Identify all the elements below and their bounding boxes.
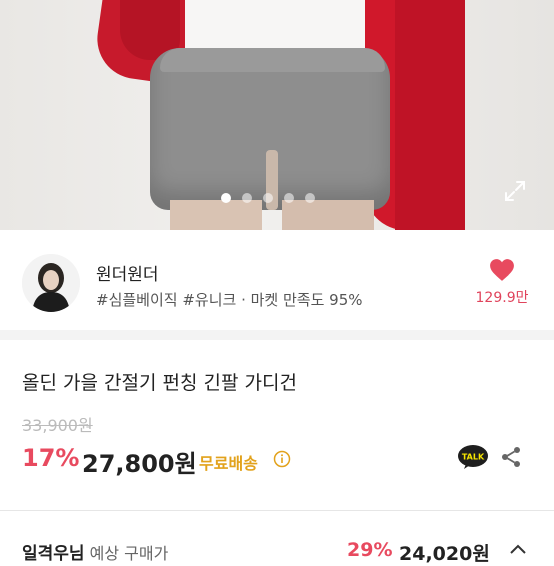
carousel-dot[interactable]: [284, 193, 294, 203]
seller-tags: #심플베이직 #유니크 · 마켓 만족도 95%: [96, 291, 363, 309]
like-count: 129.9만: [475, 290, 529, 306]
image-shorts-waistband: [160, 48, 385, 72]
image-leg-right: [282, 200, 374, 230]
carousel-dot[interactable]: [263, 193, 273, 203]
original-price: 33,900원: [22, 416, 93, 435]
section-divider: [0, 330, 554, 340]
carousel-dot[interactable]: [305, 193, 315, 203]
image-leg-left: [170, 200, 262, 230]
avatar-image: [22, 254, 80, 312]
member-price-bar[interactable]: 일격우님 예상 구매가 29% 24,020원: [0, 511, 554, 565]
member-grade-name: 일격우님: [22, 544, 85, 564]
kakaotalk-icon[interactable]: TALK: [457, 444, 489, 470]
carousel-dot[interactable]: [221, 193, 231, 203]
svg-text:TALK: TALK: [462, 453, 485, 462]
share-icon[interactable]: [499, 445, 523, 469]
free-shipping-label: 무료배송: [199, 454, 258, 473]
image-cardigan-right-shade: [395, 0, 465, 230]
seller-name[interactable]: 원더원더: [96, 260, 159, 285]
seller-info[interactable]: 원더원더 #심플베이직 #유니크 · 마켓 만족도 95% 129.9만: [0, 230, 554, 330]
member-grade: 일격우님 예상 구매가: [22, 539, 168, 564]
product-title: 올딘 가을 간절기 펀칭 긴팔 가디건: [22, 372, 297, 394]
info-icon[interactable]: [273, 450, 291, 468]
sale-price: 27,800원: [82, 450, 197, 478]
discount-rate: 17%: [22, 444, 80, 472]
product-image-carousel[interactable]: [0, 0, 554, 230]
avatar[interactable]: [22, 254, 80, 312]
carousel-dot[interactable]: [242, 193, 252, 203]
member-price: 24,020원: [399, 543, 490, 565]
carousel-indicator: [221, 193, 315, 203]
expand-icon[interactable]: [503, 179, 527, 203]
heart-icon[interactable]: [489, 258, 515, 282]
like-button[interactable]: [470, 258, 534, 286]
member-discount-rate: 29%: [347, 539, 393, 561]
